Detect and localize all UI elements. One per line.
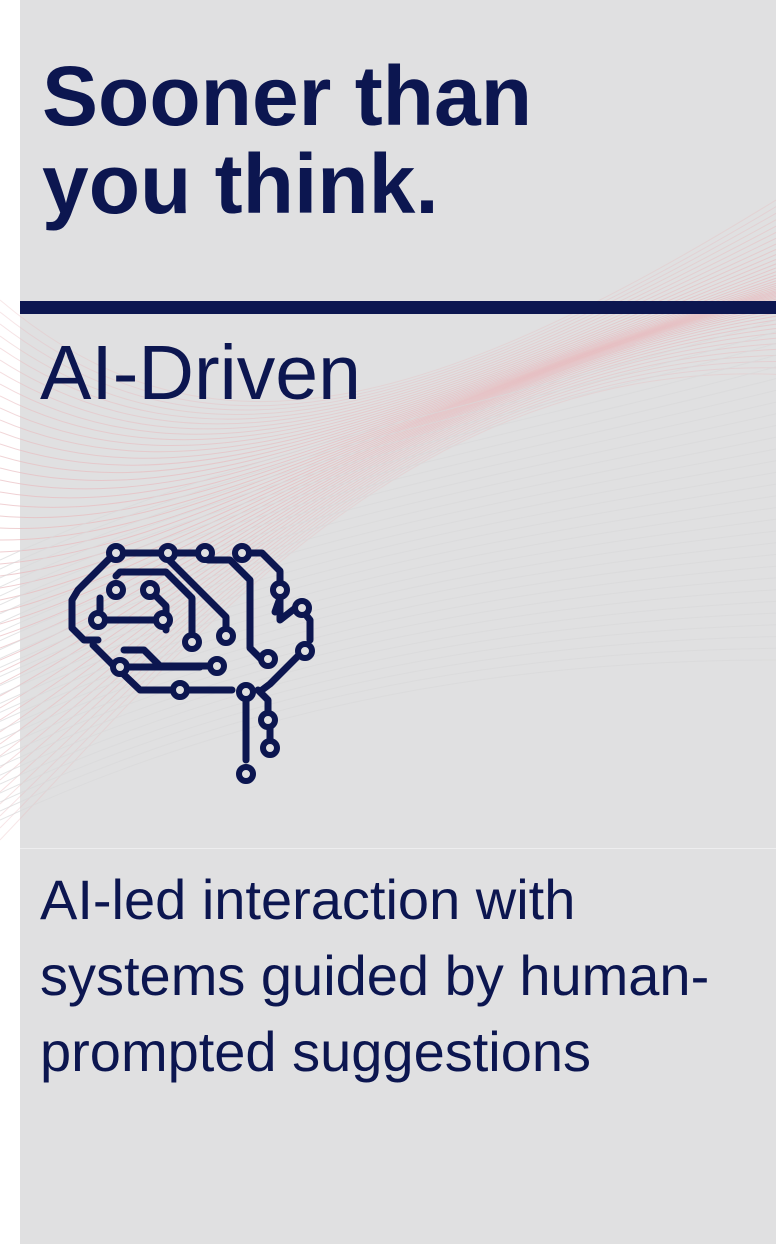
headline-line-1: Sooner than (42, 49, 533, 143)
headline-line-2: you think. (42, 137, 439, 231)
section-divider (20, 848, 776, 849)
description-text: AI-led interaction with systems guided b… (40, 868, 710, 1083)
headline-divider (20, 301, 776, 314)
headline: Sooner than you think. (42, 52, 532, 228)
subhead: AI-Driven (40, 330, 361, 416)
circuit-brain-icon (68, 543, 315, 784)
